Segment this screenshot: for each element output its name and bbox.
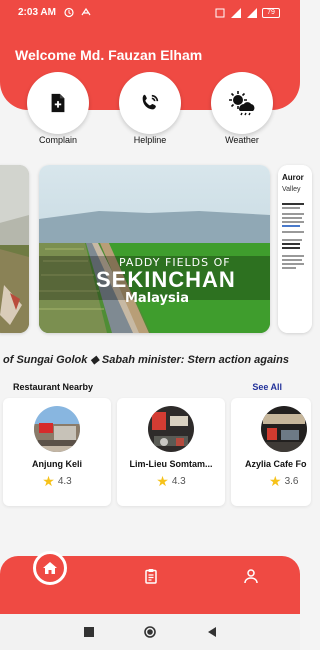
sim-icon: [215, 8, 225, 18]
restaurant-card[interactable]: Anjung Keli ★ 4.3: [3, 398, 111, 506]
restaurant-card[interactable]: Lim-Lieu Somtam... ★ 4.3: [117, 398, 225, 506]
complain-label: Complain: [38, 135, 78, 145]
battery-icon: 79: [262, 8, 280, 18]
banner-title: SEKINCHAN: [96, 267, 236, 292]
restaurant-rating: ★ 4.3: [3, 474, 111, 488]
recent-apps-icon[interactable]: [83, 626, 95, 638]
restaurant-name: Lim-Lieu Somtam...: [129, 459, 213, 469]
restaurant-section-title: Restaurant Nearby: [13, 382, 94, 392]
weather-label: Weather: [225, 135, 259, 145]
star-icon: ★: [269, 473, 282, 489]
banner-card-previous[interactable]: [0, 165, 29, 333]
restaurant-rating-value: 4.3: [171, 475, 186, 487]
restaurant-image: [261, 406, 307, 452]
restaurant-name: Azylia Cafe Fo: [245, 459, 307, 469]
home-icon: [43, 562, 57, 574]
add-file-icon: [51, 93, 65, 113]
restaurant-photo: [148, 406, 194, 452]
status-bar: 2:03 AM 79: [0, 0, 300, 28]
phone-icon: [142, 94, 159, 110]
news-ticker[interactable]: of Sungai Golok ◆ Sabah minister: Stern …: [0, 352, 300, 370]
restaurant-rating: ★ 3.6: [231, 474, 311, 488]
weather-icon: [229, 91, 255, 116]
profile-icon[interactable]: [243, 568, 259, 584]
banner-card-sekinchan[interactable]: PADDY FIELDS OF SEKINCHAN Malaysia: [39, 165, 270, 333]
see-all-link[interactable]: See All: [252, 382, 282, 392]
system-home-icon[interactable]: [144, 626, 156, 638]
signal-icon-2: [247, 8, 257, 18]
restaurant-rating-value: 4.3: [57, 475, 72, 487]
complain-button[interactable]: [27, 72, 89, 134]
side-card-title: Auror: [282, 173, 304, 182]
restaurant-card[interactable]: Azylia Cafe Fo ★ 3.6: [231, 398, 311, 506]
app-notification-icon: [81, 7, 91, 16]
helpline-button[interactable]: [119, 72, 181, 134]
star-icon: ★: [156, 473, 169, 489]
clipboard-icon[interactable]: [143, 568, 159, 584]
restaurant-image: [34, 406, 80, 452]
side-card-subtitle: Valley: [282, 186, 301, 193]
restaurant-photo: [261, 406, 307, 452]
previous-banner-image: [0, 165, 29, 333]
sekinchan-banner-image: [39, 165, 270, 333]
status-left-icons: [63, 6, 92, 18]
status-right-icons: 79: [214, 7, 280, 19]
welcome-title: Welcome Md. Fauzan Elham: [15, 47, 203, 63]
restaurant-photo: [34, 406, 80, 452]
restaurant-image: [148, 406, 194, 452]
restaurant-rating: ★ 4.3: [117, 474, 225, 488]
star-icon: ★: [42, 473, 55, 489]
helpline-label: Helpline: [133, 135, 167, 145]
news-ticker-text: of Sungai Golok ◆ Sabah minister: Stern …: [3, 354, 289, 366]
restaurant-name: Anjung Keli: [32, 459, 82, 469]
back-icon[interactable]: [206, 626, 218, 638]
status-time: 2:03 AM: [18, 7, 56, 18]
weather-button[interactable]: [211, 72, 273, 134]
banner-country: Malaysia: [125, 291, 189, 306]
alarm-icon: [64, 7, 74, 18]
banner-card-next[interactable]: Auror Valley: [278, 165, 312, 333]
home-nav-button[interactable]: [33, 551, 67, 585]
restaurant-rating-value: 3.6: [284, 475, 299, 487]
signal-icon: [231, 8, 241, 18]
